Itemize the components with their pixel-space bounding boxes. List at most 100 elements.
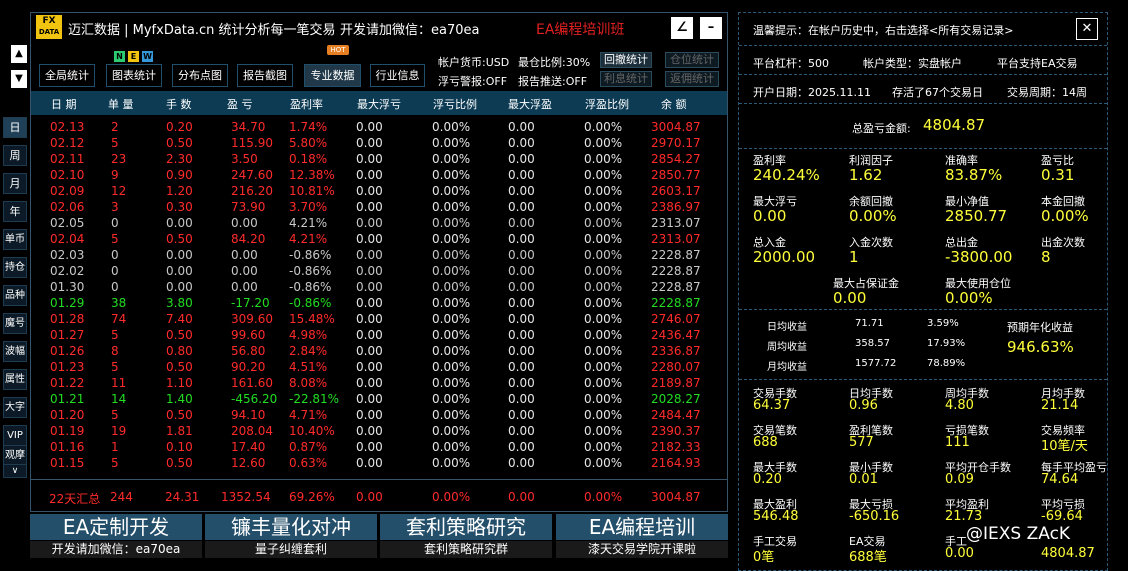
table-cell: 0.00 bbox=[356, 136, 383, 150]
table-row[interactable]: 02.06 3 0.30 73.90 3.70% 0.00 0.00% 0.00 0.00% 23… bbox=[31, 200, 727, 216]
tab-pro-data[interactable]: 专业数据 bbox=[304, 64, 361, 87]
magic-number-button[interactable]: 魔号 bbox=[3, 313, 27, 334]
metric-value: 1.62 bbox=[849, 166, 883, 184]
volatility-button[interactable]: 波幅 bbox=[3, 341, 27, 362]
col-lots[interactable]: 手 数 bbox=[166, 96, 192, 112]
returns-section: 预期年化收益 946.63% 日均收益 71.71 3.59% 周均收益 358.57 1… bbox=[739, 310, 1107, 380]
attributes-button[interactable]: 属性 bbox=[3, 369, 27, 390]
col-max-float-profit[interactable]: 最大浮盈 bbox=[508, 96, 552, 112]
table-cell: 2028.27 bbox=[651, 392, 701, 406]
table-cell: 0.00 bbox=[356, 456, 383, 470]
col-date[interactable]: 日 期 bbox=[51, 96, 77, 112]
table-cell: 2228.87 bbox=[651, 248, 701, 262]
table-row[interactable]: 02.11 23 2.30 3.50 0.18% 0.00 0.00% 0.00 0.00% 28… bbox=[31, 152, 727, 168]
account-currency: 帐户货币:USD bbox=[438, 56, 510, 69]
table-row[interactable]: 01.20 5 0.50 94.10 4.71% 0.00 0.00% 0.00 0.00% 24… bbox=[31, 408, 727, 424]
symbols-button[interactable]: 品种 bbox=[3, 285, 27, 306]
position-stats-button[interactable]: 仓位统计 bbox=[665, 52, 719, 68]
table-row[interactable]: 01.28 74 7.40 309.60 15.48% 0.00 0.00% 0.00 0.00… bbox=[31, 312, 727, 328]
col-float-loss-ratio[interactable]: 浮亏比例 bbox=[433, 96, 477, 112]
table-cell: 0.00% bbox=[584, 152, 623, 166]
table-cell: 15.48% bbox=[289, 312, 335, 326]
tab-distribution[interactable]: 分布点图 bbox=[172, 64, 228, 87]
table-cell: 7.40 bbox=[166, 312, 193, 326]
table-row[interactable]: 01.30 0 0.00 0.00 -0.86% 0.00 0.00% 0.00 0.00% 22… bbox=[31, 280, 727, 296]
table-row[interactable]: 02.04 5 0.50 84.20 4.21% 0.00 0.00% 0.00 0.00% 23… bbox=[31, 232, 727, 248]
table-cell: 0.00% bbox=[584, 440, 623, 454]
scroll-down-button[interactable]: ▼ bbox=[11, 70, 27, 88]
close-icon[interactable]: ✕ bbox=[1076, 18, 1098, 40]
col-profit-rate[interactable]: 盈利率 bbox=[290, 96, 323, 112]
table-row[interactable]: 01.23 5 0.50 90.20 4.51% 0.00 0.00% 0.00 0.00% 22… bbox=[31, 360, 727, 376]
col-float-profit-ratio[interactable]: 浮盈比例 bbox=[585, 96, 629, 112]
col-orders[interactable]: 单 量 bbox=[108, 96, 134, 112]
table-row[interactable]: 01.16 1 0.10 17.40 0.87% 0.00 0.00% 0.00 0.00% 21… bbox=[31, 440, 727, 456]
table-row[interactable]: 02.09 12 1.20 216.20 10.81% 0.00 0.00% 0.00 0.00… bbox=[31, 184, 727, 200]
table-row[interactable]: 01.27 5 0.50 99.60 4.98% 0.00 0.00% 0.00 0.00% 24… bbox=[31, 328, 727, 344]
period-day-button[interactable]: 日 bbox=[3, 117, 27, 138]
table-row[interactable]: 02.12 5 0.50 115.90 5.80% 0.00 0.00% 0.00 0.00% 2… bbox=[31, 136, 727, 152]
table-row[interactable]: 02.13 2 0.20 34.70 1.74% 0.00 0.00% 0.00 0.00% 30… bbox=[31, 120, 727, 136]
period-year-button[interactable]: 年 bbox=[3, 201, 27, 222]
table-row[interactable]: 01.26 8 0.80 56.80 2.84% 0.00 0.00% 0.00 0.00% 23… bbox=[31, 344, 727, 360]
stat-value: -69.64 bbox=[1041, 509, 1083, 524]
col-pl[interactable]: 盈 亏 bbox=[227, 96, 253, 112]
table-cell: 1.20 bbox=[166, 184, 193, 198]
table-row[interactable]: 01.21 14 1.40 -456.20 -22.81% 0.00 0.00% 0.00 0.… bbox=[31, 392, 727, 408]
minimize-icon[interactable]: – bbox=[700, 17, 722, 39]
tab-chart-stats[interactable]: 图表统计 bbox=[106, 64, 162, 87]
metric-value: 0.00% bbox=[1041, 207, 1089, 225]
table-cell: -0.86% bbox=[289, 296, 332, 310]
edit-icon[interactable]: ∠ bbox=[671, 17, 693, 39]
ea-training-link[interactable]: EA编程培训班 bbox=[536, 19, 624, 39]
metric-value: 0.31 bbox=[1041, 166, 1075, 184]
table-row[interactable]: 02.03 0 0.00 0.00 -0.86% 0.00 0.00% 0.00 0.00% 22… bbox=[31, 248, 727, 264]
table-row[interactable]: 01.19 19 1.81 208.04 10.40% 0.00 0.00% 0.00 0.00… bbox=[31, 424, 727, 440]
period-month-button[interactable]: 月 bbox=[3, 173, 27, 194]
tab-industry-info[interactable]: 行业信息 bbox=[370, 64, 425, 87]
tab-report-screenshot[interactable]: 报告截图 bbox=[237, 64, 293, 87]
table-cell: 2164.93 bbox=[651, 456, 701, 470]
more-chevron-icon[interactable]: ∨ bbox=[3, 464, 27, 478]
period-week-button[interactable]: 周 bbox=[3, 145, 27, 166]
toolbar: N E W HOT 全局统计 图表统计 分布点图 报告截图 专业数据 行业信息 … bbox=[31, 43, 727, 91]
table-row[interactable]: 02.02 0 0.00 0.00 -0.86% 0.00 0.00% 0.00 0.00% 22… bbox=[31, 264, 727, 280]
table-cell: 0.00% bbox=[584, 456, 623, 470]
interest-stats-button[interactable]: 利息统计 bbox=[600, 71, 652, 87]
table-cell: 0.00 bbox=[356, 408, 383, 422]
vip-button[interactable]: VIP bbox=[3, 425, 27, 446]
return-amount: 71.71 bbox=[855, 318, 884, 329]
col-balance[interactable]: 余 额 bbox=[661, 96, 687, 112]
table-cell: 17.40 bbox=[231, 440, 266, 454]
table-row[interactable]: 01.29 38 3.80 -17.20 -0.86% 0.00 0.00% 0.00 0.00… bbox=[31, 296, 727, 312]
metric-value: 83.87% bbox=[945, 166, 1003, 184]
table-cell: 0.00 bbox=[508, 184, 535, 198]
banner-ea-custom[interactable]: EA定制开发 开发请加微信：ea70ea bbox=[30, 514, 202, 558]
table-cell: 01.23 bbox=[50, 360, 85, 374]
withdraw-stats-button[interactable]: 回撤统计 bbox=[600, 52, 652, 68]
table-cell: 0.00 bbox=[231, 216, 258, 230]
table-row[interactable]: 02.10 9 0.90 247.60 12.38% 0.00 0.00% 0.00 0.00%… bbox=[31, 168, 727, 184]
table-row[interactable]: 01.15 5 0.50 12.60 0.63% 0.00 0.00% 0.00 0.00% 21… bbox=[31, 456, 727, 472]
table-cell: 0.00% bbox=[432, 440, 471, 454]
logo-text-bottom: DATA bbox=[38, 28, 60, 36]
banner-quant-hedge[interactable]: 镰丰量化对冲 量子纠缠套利 bbox=[205, 514, 377, 558]
banner-ea-training[interactable]: EA编程培训 漆天交易学院开课啦 bbox=[556, 514, 728, 558]
positions-button[interactable]: 持仓 bbox=[3, 257, 27, 278]
table-cell: 0.00 bbox=[508, 392, 535, 406]
col-max-float-loss[interactable]: 最大浮亏 bbox=[357, 96, 401, 112]
table-cell: 0.00% bbox=[432, 360, 471, 374]
table-row[interactable]: 02.05 0 0.00 0.00 4.21% 0.00 0.00% 0.00 0.00% 231… bbox=[31, 216, 727, 232]
observe-button[interactable]: 观摩 bbox=[3, 445, 27, 466]
table-cell: 0.50 bbox=[166, 136, 193, 150]
rebate-stats-button[interactable]: 返佣统计 bbox=[665, 71, 719, 87]
large-font-button[interactable]: 大字 bbox=[3, 397, 27, 418]
banner-arbitrage[interactable]: 套利策略研究 套利策略研究群 bbox=[380, 514, 552, 558]
table-cell: 9 bbox=[111, 168, 119, 182]
scroll-up-button[interactable]: ▲ bbox=[11, 45, 27, 63]
single-currency-button[interactable]: 单币 bbox=[3, 229, 27, 250]
table-row[interactable]: 01.22 11 1.10 161.60 8.08% 0.00 0.00% 0.00 0.00%… bbox=[31, 376, 727, 392]
table-cell: 0.00 bbox=[356, 296, 383, 310]
table-cell: 0.00 bbox=[508, 376, 535, 390]
tab-global-stats[interactable]: 全局统计 bbox=[39, 64, 95, 87]
